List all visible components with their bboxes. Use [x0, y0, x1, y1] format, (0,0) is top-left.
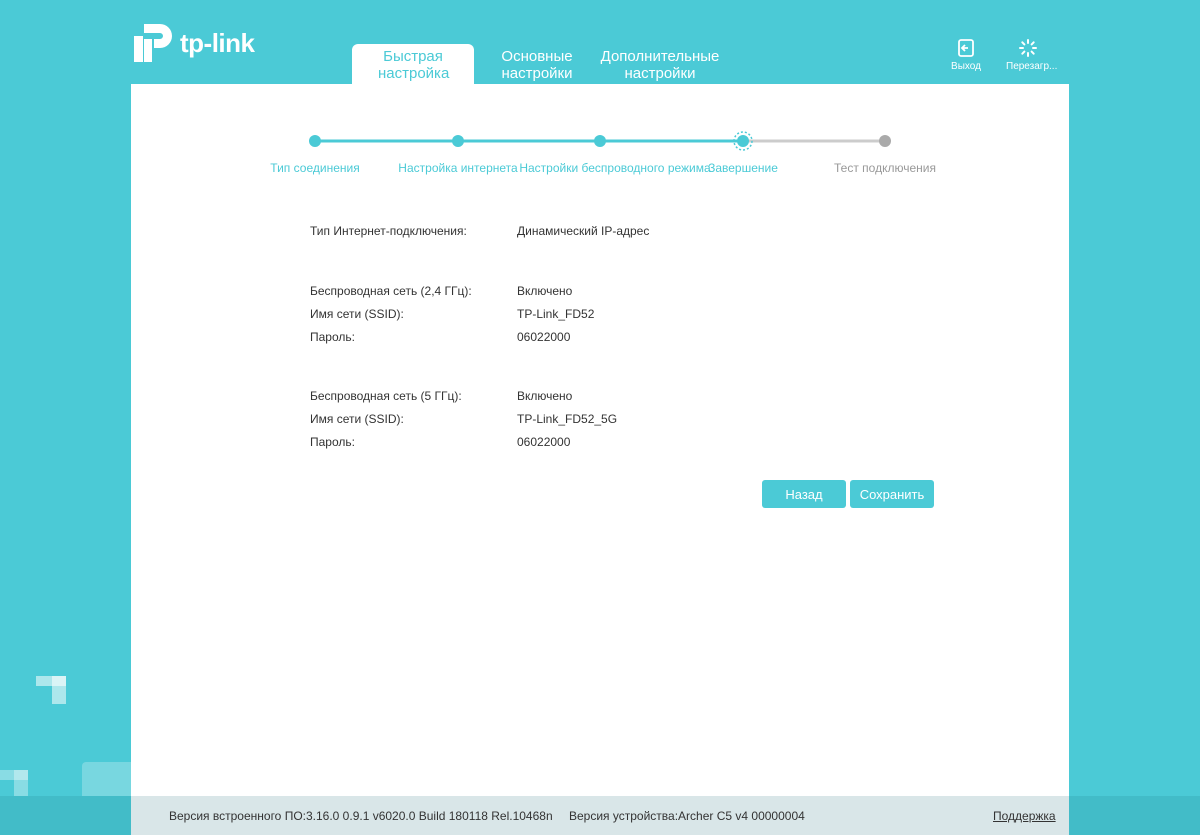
logout-label: Выход: [951, 61, 981, 72]
firmware-version: Версия встроенного ПО:3.16.0 0.9.1 v6020…: [169, 809, 553, 823]
wifi24-ssid-label: Имя сети (SSID):: [310, 307, 404, 321]
support-link[interactable]: Поддержка: [993, 809, 1056, 823]
tab-basic[interactable]: Основные настройки: [474, 44, 600, 84]
main-tabs: Быстрая настройка Основные настройки Доп…: [352, 44, 746, 88]
wifi5-password-value: 06022000: [517, 435, 571, 449]
step-label-4: Завершение: [708, 161, 778, 175]
step-label-2: Настройка интернета: [398, 161, 518, 175]
hardware-version: Версия устройства:Archer C5 v4 00000004: [569, 809, 805, 823]
logout-icon: [958, 39, 974, 57]
setup-progress: Тип соединения Настройка интернета Настр…: [131, 84, 1069, 204]
tab-quick-setup[interactable]: Быстрая настройка: [352, 44, 474, 88]
step-dot-1: [309, 135, 321, 147]
reboot-icon: [1019, 39, 1037, 57]
step-dot-5: [879, 135, 891, 147]
step-label-5: Тест подключения: [834, 161, 936, 175]
wifi5-ssid-label: Имя сети (SSID):: [310, 412, 404, 426]
back-button[interactable]: Назад: [762, 480, 846, 508]
step-dot-4: [737, 135, 749, 147]
step-label-1: Тип соединения: [270, 161, 360, 175]
step-dot-3: [594, 135, 606, 147]
wifi5-password-label: Пароль:: [310, 435, 355, 449]
step-label-3: Настройки беспроводного режима: [519, 161, 711, 175]
logout-button[interactable]: Выход: [944, 38, 988, 72]
footer-band-left: [0, 796, 131, 835]
reboot-button[interactable]: Перезагр...: [1006, 38, 1057, 72]
connection-type-label: Тип Интернет-подключения:: [310, 224, 467, 238]
tab-advanced[interactable]: Дополнительные настройки: [600, 44, 746, 84]
tp-link-logo-icon: [134, 24, 172, 62]
footer-band-right: [1069, 796, 1200, 835]
logo-text: tp-link: [180, 27, 255, 58]
decorative-shape: [82, 762, 132, 798]
main-panel: Тип соединения Настройка интернета Настр…: [131, 84, 1069, 835]
wifi5-status-label: Беспроводная сеть (5 ГГц):: [310, 389, 462, 403]
wifi24-password-label: Пароль:: [310, 330, 355, 344]
decorative-shape: [14, 770, 28, 798]
top-actions: Выход Перезагр...: [944, 38, 1057, 72]
wifi24-status-label: Беспроводная сеть (2,4 ГГц):: [310, 284, 472, 298]
footer: Версия встроенного ПО:3.16.0 0.9.1 v6020…: [131, 796, 1069, 835]
wifi24-status-value: Включено: [517, 284, 573, 298]
wifi5-ssid-value: TP-Link_FD52_5G: [517, 412, 618, 426]
step-dot-2: [452, 135, 464, 147]
wifi24-password-value: 06022000: [517, 330, 571, 344]
decorative-shape: [52, 676, 66, 704]
progress-track: [309, 131, 891, 151]
wifi5-status-value: Включено: [517, 389, 573, 403]
save-button[interactable]: Сохранить: [850, 480, 934, 508]
reboot-label: Перезагр...: [1006, 61, 1058, 72]
connection-type-value: Динамический IP-адрес: [517, 224, 650, 238]
wifi24-ssid-value: TP-Link_FD52: [517, 307, 595, 321]
tp-link-logo: tp-link: [130, 20, 255, 66]
